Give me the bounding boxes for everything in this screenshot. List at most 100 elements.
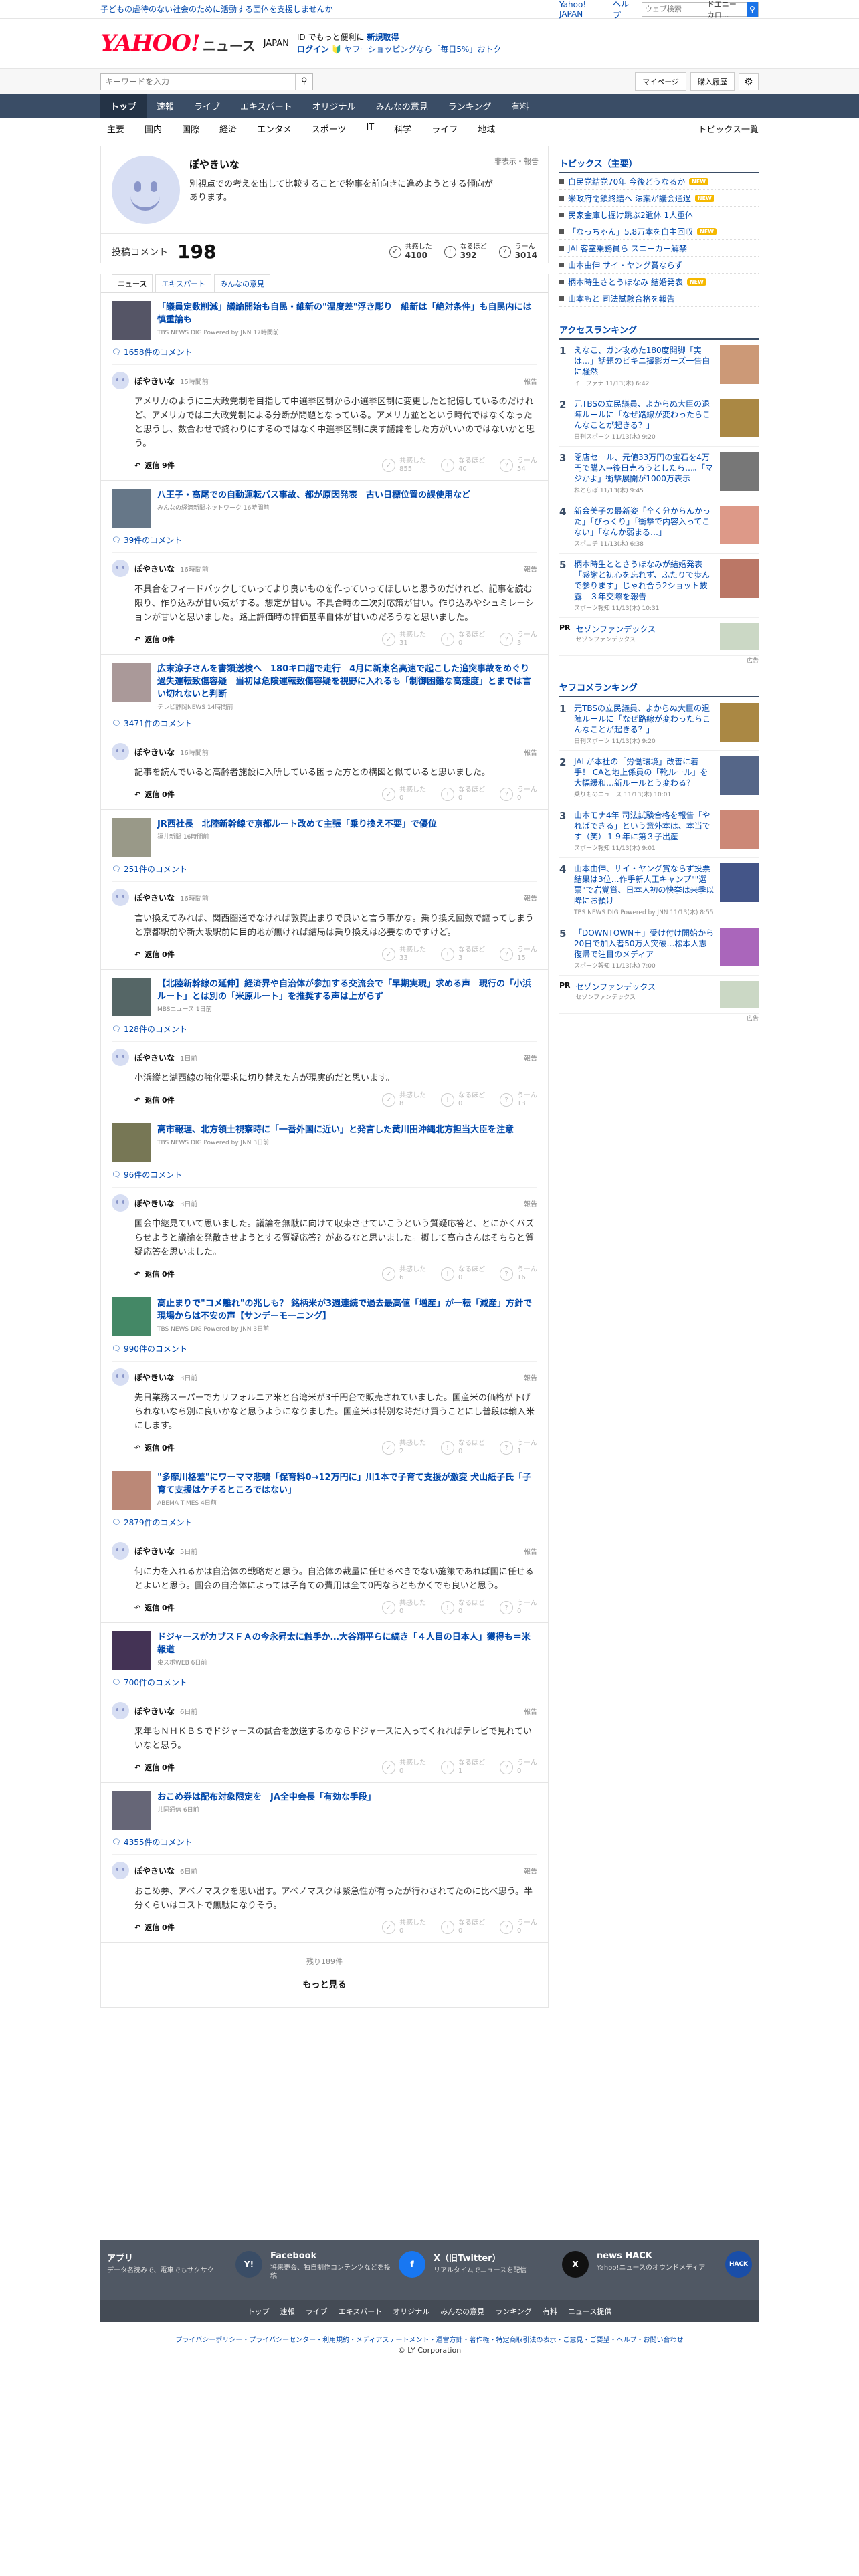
- comment-count-link[interactable]: 🗨 990件のコメント: [112, 1343, 537, 1354]
- footer-nav-item[interactable]: 有料: [543, 2306, 557, 2317]
- search-suggest-tag[interactable]: ドエニーカロ...: [703, 0, 747, 20]
- naruhodo-button[interactable]: ! なるほど 0: [441, 1440, 485, 1456]
- naruhodo-button[interactable]: ! なるほど 0: [441, 786, 485, 802]
- ranking-title[interactable]: 新会美子の最新姿「全く分からんかった」「びっくり」「衝撃で内容入ってこない」「な…: [574, 506, 714, 538]
- yahoo-japan-link[interactable]: Yahoo! JAPAN: [559, 0, 605, 19]
- reply-button[interactable]: ↶ 返信 0件: [134, 1442, 175, 1453]
- ranking-item[interactable]: 5 「DOWNTOWN＋」受け付け開始から20日で加入者50万人突破…松本人志復帰…: [559, 922, 759, 976]
- article-title[interactable]: 広末涼子さんを書類送検へ 180キロ超で走行 4月に新東名高速で起こした追突事故…: [157, 663, 537, 701]
- category-science[interactable]: 科学: [394, 122, 411, 135]
- category-sports[interactable]: スポーツ: [312, 122, 347, 135]
- article-title[interactable]: 「議員定数削減」議論開始も自民・維新の"温度差"浮き彫り 維新は「絶対条件」も自…: [157, 301, 537, 326]
- naruhodo-button[interactable]: ! なるほど 0: [441, 631, 485, 647]
- social-icon[interactable]: f: [399, 2251, 425, 2278]
- reply-button[interactable]: ↶ 返信 0件: [134, 634, 175, 645]
- reply-button[interactable]: ↶ 返信 0件: [134, 1602, 175, 1613]
- nav-item-opinion[interactable]: みんなの意見: [366, 94, 438, 118]
- reply-button[interactable]: ↶ 返信 0件: [134, 1095, 175, 1105]
- article-link[interactable]: 広末涼子さんを書類送検へ 180キロ超で走行 4月に新東名高速で起こした追突事故…: [112, 663, 537, 711]
- footer-nav-item[interactable]: ニュース提供: [568, 2306, 611, 2317]
- un-button[interactable]: ? うーん 0: [500, 1759, 537, 1776]
- ranking-title[interactable]: 柄本時生ととさうほなみが結婚発表「感謝と初心を忘れず、ふたりで歩んで参ります」じ…: [574, 559, 714, 602]
- report-link[interactable]: 報告: [524, 1546, 537, 1556]
- naruhodo-button[interactable]: ! なるほど 1: [441, 1759, 485, 1776]
- search-icon[interactable]: ⚲: [295, 73, 312, 90]
- comment-author[interactable]: ぽやきいな: [134, 563, 175, 574]
- kyokan-button[interactable]: ✓ 共感した 2: [382, 1440, 426, 1456]
- category-main[interactable]: 主要: [107, 122, 124, 135]
- comment-author[interactable]: ぽやきいな: [134, 1545, 175, 1557]
- category-domestic[interactable]: 国内: [145, 122, 162, 135]
- footer-nav-item[interactable]: ランキング: [495, 2306, 532, 2317]
- ranking-item[interactable]: 4 新会美子の最新姿「全く分からんかった」「びっくり」「衝撃で内容入ってこない」「…: [559, 500, 759, 554]
- tab-news[interactable]: ニュース: [112, 274, 153, 292]
- nav-item-live[interactable]: ライブ: [184, 94, 230, 118]
- reply-button[interactable]: ↶ 返信 9件: [134, 460, 175, 471]
- un-button[interactable]: ? うーん 3: [500, 631, 537, 647]
- category-life[interactable]: ライフ: [432, 122, 458, 135]
- article-link[interactable]: ドジャースがカブスＦＡの今永昇太に触手か…大谷翔平らに続き「４人目の日本人」獲得…: [112, 1631, 537, 1670]
- kyokan-button[interactable]: ✓ 共感した 0: [382, 1919, 426, 1935]
- naruhodo-button[interactable]: ! なるほど 0: [441, 1266, 485, 1282]
- reply-button[interactable]: ↶ 返信 0件: [134, 1269, 175, 1279]
- comment-count-link[interactable]: 🗨 251件のコメント: [112, 863, 537, 875]
- donation-promo-link[interactable]: 子どもの虐待のない社会のために活動する団体を支援しませんか: [100, 3, 333, 15]
- ranking-title[interactable]: 元TBSの立民議員、よからぬ大臣の退陣ルールに「なぜ路線が変わったらこんなことが…: [574, 399, 714, 431]
- article-link[interactable]: おこめ券は配布対象限定を JA全中会長「有効な手段」 共同通信 6日前: [112, 1791, 537, 1830]
- footer-nav-item[interactable]: ライブ: [306, 2306, 328, 2317]
- ranking-title[interactable]: 「DOWNTOWN＋」受け付け開始から20日で加入者50万人突破…松本人志復帰で…: [574, 928, 714, 960]
- ranking-item[interactable]: 3 閉店セール、元値33万円の宝石を4万円で購入→後日売ろうとしたら…。「マジかよ…: [559, 447, 759, 500]
- comment-count-link[interactable]: 🗨 4355件のコメント: [112, 1836, 537, 1848]
- kyokan-button[interactable]: ✓ 共感した 8: [382, 1092, 426, 1108]
- reply-button[interactable]: ↶ 返信 0件: [134, 789, 175, 800]
- tab-opinion[interactable]: みんなの意見: [214, 274, 271, 292]
- shopping-promo-link[interactable]: 🔰 ヤフーショッピングなら「毎日5%」おトク: [332, 45, 502, 54]
- report-link[interactable]: 報告: [524, 376, 537, 386]
- yahoo-news-logo[interactable]: YAHOO! ニュース: [100, 32, 256, 55]
- reply-button[interactable]: ↶ 返信 0件: [134, 1922, 175, 1933]
- kyokan-button[interactable]: ✓ 共感した 6: [382, 1266, 426, 1282]
- un-button[interactable]: ? うーん 15: [500, 946, 537, 962]
- ranking-item[interactable]: 2 元TBSの立民議員、よからぬ大臣の退陣ルールに「なぜ路線が変わったらこんなこと…: [559, 393, 759, 447]
- topic-item[interactable]: JAL客室乗務員ら スニーカー解禁: [559, 240, 759, 257]
- ranking-title[interactable]: JALが本社の「労働環境」改善に着手！ CAと地上係員の「靴ルール」を大幅緩和……: [574, 756, 714, 788]
- topic-title[interactable]: 山本由伸 サイ・ヤング賞ならず: [568, 259, 683, 271]
- pr-item[interactable]: PR セゾンファンデックス セゾンファンデックス: [559, 976, 759, 1014]
- nav-item-top[interactable]: トップ: [100, 94, 147, 118]
- ranking-title[interactable]: 山本モナ4年 司法試験合格を報告「やればできる」という意外本は、本当です（笑）１…: [574, 810, 714, 842]
- article-title[interactable]: ドジャースがカブスＦＡの今永昇太に触手か…大谷翔平らに続き「４人目の日本人」獲得…: [157, 1631, 537, 1656]
- kyokan-button[interactable]: ✓ 共感した 31: [382, 631, 426, 647]
- report-link[interactable]: 報告: [524, 1706, 537, 1716]
- ranking-title[interactable]: えなこ、ガン攻めた180度開脚「実は…」話題のビキニ撮影ガーズ一告白に騒然: [574, 345, 714, 377]
- pr-title[interactable]: セゾンファンデックス: [576, 623, 714, 635]
- kyokan-button[interactable]: ✓ 共感した 855: [382, 457, 426, 473]
- login-link[interactable]: ログイン: [297, 45, 329, 54]
- footer-nav-item[interactable]: オリジナル: [393, 2306, 430, 2317]
- topic-title[interactable]: 民家金庫し掘け跳ぶ2遺体 1人重体: [568, 209, 693, 221]
- web-search-input[interactable]: [642, 2, 704, 16]
- un-button[interactable]: ? うーん 13: [500, 1092, 537, 1108]
- topic-title[interactable]: 「なっちゃん」5.8万本を自主回収: [568, 226, 693, 237]
- footer-social-item[interactable]: アプリ データ名読みで、電車でもサクサク Y!: [107, 2251, 262, 2290]
- comment-count-link[interactable]: 🗨 700件のコメント: [112, 1677, 537, 1688]
- naruhodo-button[interactable]: ! なるほど 0: [441, 1919, 485, 1935]
- footer-nav-item[interactable]: エキスパート: [339, 2306, 383, 2317]
- un-button[interactable]: ? うーん 54: [500, 457, 537, 473]
- register-link[interactable]: 新規取得: [367, 33, 399, 42]
- article-link[interactable]: JR西社長 北陸新幹線で京都ルート改めて主張「乗り換え不要」で優位 福井新聞 16…: [112, 818, 537, 857]
- category-entertainment[interactable]: エンタメ: [257, 122, 292, 135]
- topic-item[interactable]: 「なっちゃん」5.8万本を自主回収 NEW: [559, 223, 759, 240]
- tab-expert[interactable]: エキスパート: [155, 274, 212, 292]
- load-more-button[interactable]: もっと見る: [112, 1971, 537, 1996]
- naruhodo-button[interactable]: ! なるほど 0: [441, 1600, 485, 1616]
- kyokan-button[interactable]: ✓ 共感した 0: [382, 1600, 426, 1616]
- comment-count-link[interactable]: 🗨 39件のコメント: [112, 534, 537, 546]
- comment-count-link[interactable]: 🗨 3471件のコメント: [112, 718, 537, 729]
- ranking-item[interactable]: 3 山本モナ4年 司法試験合格を報告「やればできる」という意外本は、本当です（笑）…: [559, 804, 759, 858]
- pr-item[interactable]: PR セゾンファンデックス セゾンファンデックス: [559, 618, 759, 656]
- report-link[interactable]: 報告: [524, 1198, 537, 1208]
- article-title[interactable]: おこめ券は配布対象限定を JA全中会長「有効な手段」: [157, 1791, 376, 1804]
- comment-author[interactable]: ぽやきいな: [134, 1372, 175, 1383]
- kyokan-button[interactable]: ✓ 共感した 0: [382, 786, 426, 802]
- article-title[interactable]: 高止まりで"コメ離れ"の兆しも？ 銘柄米が3週連続で過去最高値「増産」が一転「減…: [157, 1297, 537, 1323]
